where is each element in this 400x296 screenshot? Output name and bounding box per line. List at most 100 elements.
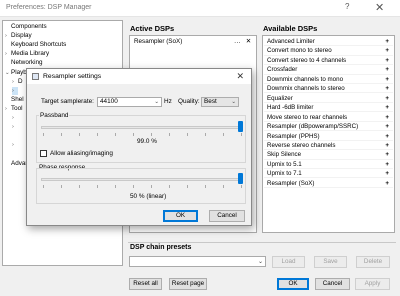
- add-dsp-icon[interactable]: +: [385, 56, 389, 65]
- available-dsp-item[interactable]: Downmix channels to stereo +: [264, 84, 393, 94]
- add-dsp-icon[interactable]: +: [385, 75, 389, 84]
- save-preset-button[interactable]: Save: [314, 256, 347, 268]
- dialog-close-icon[interactable]: ✕: [236, 71, 244, 82]
- tree-item[interactable]: › Display: [5, 32, 32, 40]
- available-dsp-item[interactable]: Reverse stereo channels +: [264, 141, 393, 151]
- slider-tick: [61, 185, 62, 188]
- tree-expander-icon[interactable]: ›: [12, 114, 18, 122]
- dialog-cancel-button[interactable]: Cancel: [209, 210, 245, 222]
- available-dsp-item[interactable]: Skip Silence +: [264, 150, 393, 160]
- available-dsp-label: Equalizer: [267, 94, 293, 102]
- tree-expander-icon[interactable]: ›: [12, 87, 18, 95]
- delete-preset-button[interactable]: Delete: [356, 256, 390, 268]
- tree-item[interactable]: Shel: [5, 96, 24, 104]
- tree-item[interactable]: › Media Library: [5, 50, 49, 58]
- tree-item[interactable]: Networking: [5, 59, 43, 67]
- load-preset-button[interactable]: Load: [272, 256, 305, 268]
- available-dsp-label: Crossfader: [267, 66, 298, 74]
- add-dsp-icon[interactable]: +: [385, 113, 389, 122]
- tree-item[interactable]: ›: [12, 123, 18, 131]
- slider-tick: [133, 185, 134, 188]
- window-title: Preferences: DSP Manager: [6, 4, 92, 11]
- phase-slider-thumb[interactable]: [238, 173, 243, 184]
- quality-value: Best: [204, 98, 217, 105]
- tree-expander-icon[interactable]: ›: [12, 141, 18, 149]
- available-dsp-label: Reverse stereo channels: [267, 141, 336, 149]
- add-dsp-icon[interactable]: +: [385, 103, 389, 112]
- available-dsp-item[interactable]: Hard -6dB limiter +: [264, 103, 393, 113]
- remove-dsp-icon[interactable]: ✕: [246, 37, 251, 47]
- tree-item[interactable]: › Tool: [5, 105, 23, 113]
- add-dsp-icon[interactable]: +: [385, 94, 389, 103]
- allow-aliasing-checkbox[interactable]: [40, 150, 47, 157]
- slider-tick: [79, 185, 80, 188]
- dialog-ok-button[interactable]: OK: [163, 210, 198, 222]
- tree-item-label: Display: [11, 32, 32, 40]
- apply-button[interactable]: Apply: [355, 278, 390, 290]
- tree-expander-icon[interactable]: ›: [12, 123, 18, 131]
- add-dsp-icon[interactable]: +: [385, 160, 389, 169]
- tree-item-label: Media Library: [11, 50, 50, 58]
- available-dsp-item[interactable]: Crossfader +: [264, 65, 393, 75]
- slider-tick: [79, 133, 80, 136]
- quality-select[interactable]: Best ⌄: [201, 97, 239, 107]
- add-dsp-icon[interactable]: +: [385, 122, 389, 131]
- close-icon[interactable]: ✕: [375, 1, 384, 14]
- phase-slider-track[interactable]: [41, 178, 243, 181]
- add-dsp-icon[interactable]: +: [385, 65, 389, 74]
- passband-slider-thumb[interactable]: [238, 121, 243, 132]
- available-dsp-item[interactable]: Upmix to 7.1 +: [264, 169, 393, 179]
- ok-button[interactable]: OK: [277, 278, 309, 290]
- tree-item[interactable]: [12, 150, 18, 158]
- dsp-chain-preset-combo[interactable]: ⌄: [129, 256, 266, 267]
- available-dsp-item[interactable]: Resampler (PPHS) +: [264, 132, 393, 141]
- available-dsp-item[interactable]: Convert mono to stereo +: [264, 46, 393, 56]
- available-dsp-item[interactable]: Downmix channels to mono +: [264, 75, 393, 84]
- samplerate-combo[interactable]: 44100 ⌄: [97, 97, 162, 107]
- available-dsp-item[interactable]: Equalizer +: [264, 94, 393, 103]
- configure-dsp-button[interactable]: ...: [234, 37, 241, 47]
- active-dsp-item[interactable]: Resampler (SoX)... ✕: [131, 37, 255, 47]
- dsp-chain-presets-heading: DSP chain presets: [130, 244, 192, 251]
- help-icon[interactable]: ?: [345, 2, 349, 11]
- passband-value: 99.0 %: [137, 138, 157, 145]
- slider-tick: [205, 185, 206, 188]
- add-dsp-icon[interactable]: +: [385, 37, 389, 46]
- available-dsp-item[interactable]: Resampler (dBpoweramp/SSRC) +: [264, 122, 393, 132]
- available-dsp-label: Resampler (PPHS): [267, 132, 320, 140]
- tree-item-label: Networking: [11, 59, 43, 67]
- available-dsp-item[interactable]: Advanced Limiter +: [264, 37, 393, 47]
- available-dsp-label: Move stereo to rear channels: [267, 113, 348, 121]
- available-dsps-list[interactable]: Advanced Limiter + Convert mono to stereo +…: [262, 35, 395, 233]
- available-dsp-item[interactable]: Upmix to 5.1 +: [264, 160, 393, 170]
- add-dsp-icon[interactable]: +: [385, 169, 389, 178]
- tree-item[interactable]: [12, 132, 18, 140]
- passband-slider-track[interactable]: [41, 126, 243, 129]
- add-dsp-icon[interactable]: +: [385, 179, 389, 188]
- slider-tick: [43, 133, 44, 136]
- reset-all-button[interactable]: Reset all: [129, 278, 162, 290]
- available-dsp-item[interactable]: Resampler (SoX) +: [264, 179, 393, 188]
- tree-item[interactable]: ›: [12, 114, 18, 122]
- add-dsp-icon[interactable]: +: [385, 84, 389, 93]
- add-dsp-icon[interactable]: +: [385, 46, 389, 55]
- available-dsp-item[interactable]: Convert stereo to 4 channels +: [264, 56, 393, 66]
- reset-page-button[interactable]: Reset page: [169, 278, 207, 290]
- add-dsp-icon[interactable]: +: [385, 150, 389, 159]
- divider: [128, 242, 396, 243]
- slider-tick: [223, 133, 224, 136]
- available-dsp-label: Resampler (SoX): [267, 179, 315, 187]
- cancel-button[interactable]: Cancel: [315, 278, 350, 290]
- add-dsp-icon[interactable]: +: [385, 132, 389, 141]
- available-dsp-label: Hard -6dB limiter: [267, 104, 314, 112]
- tree-item[interactable]: Components: [5, 23, 47, 31]
- available-dsp-label: Downmix channels to stereo: [267, 85, 345, 93]
- add-dsp-icon[interactable]: +: [385, 141, 389, 150]
- available-dsp-item[interactable]: Move stereo to rear channels +: [264, 113, 393, 122]
- tree-item[interactable]: ›: [12, 141, 18, 149]
- tree-item[interactable]: Keyboard Shortcuts: [5, 41, 66, 49]
- available-dsp-label: Upmix to 5.1: [267, 160, 302, 168]
- tree-item[interactable]: › D: [12, 78, 23, 86]
- slider-tick: [151, 185, 152, 188]
- tree-item[interactable]: ›: [12, 86, 18, 95]
